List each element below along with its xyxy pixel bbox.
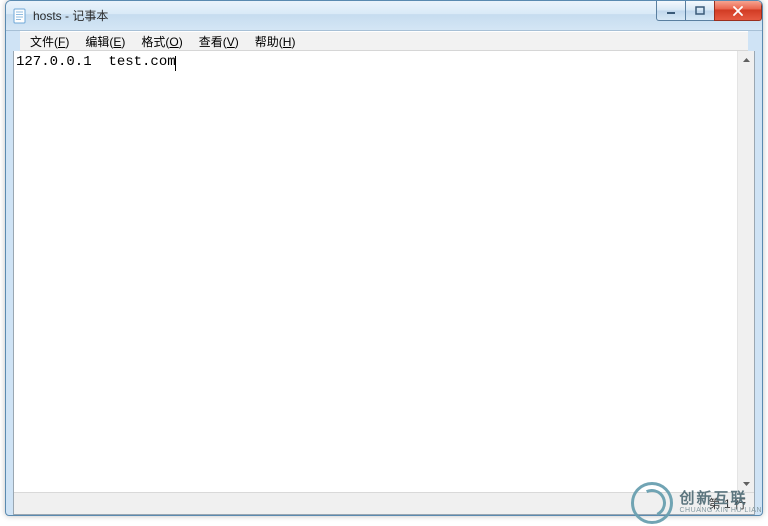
scroll-up-arrow-icon[interactable] [738, 51, 754, 68]
window-title: hosts - 记事本 [33, 7, 108, 24]
client-area: 127.0.0.1 test.com 第 1 行 [13, 51, 755, 515]
notepad-app-icon [12, 8, 28, 24]
notepad-window: hosts - 记事本 文件(F) 编辑(E) 格式(O) 查看(V) 帮助(H [5, 0, 763, 516]
menu-help[interactable]: 帮助(H) [247, 31, 304, 52]
scroll-track[interactable] [738, 68, 754, 475]
text-editor[interactable]: 127.0.0.1 test.com [14, 51, 737, 492]
menubar: 文件(F) 编辑(E) 格式(O) 查看(V) 帮助(H) [20, 31, 748, 51]
maximize-button[interactable] [685, 1, 715, 21]
text-caret [175, 56, 176, 71]
minimize-button[interactable] [656, 1, 686, 21]
menu-format[interactable]: 格式(O) [133, 31, 190, 52]
status-separator [700, 496, 701, 512]
window-controls [657, 1, 762, 21]
cursor-position: 第 1 行 [709, 495, 746, 512]
vertical-scrollbar[interactable] [737, 51, 754, 492]
titlebar[interactable]: hosts - 记事本 [6, 1, 762, 31]
scroll-down-arrow-icon[interactable] [738, 475, 754, 492]
menu-view[interactable]: 查看(V) [191, 31, 247, 52]
close-button[interactable] [714, 1, 762, 21]
menu-file[interactable]: 文件(F) [22, 31, 77, 52]
menu-edit[interactable]: 编辑(E) [77, 31, 133, 52]
editor-content: 127.0.0.1 test.com [16, 54, 176, 70]
statusbar: 第 1 行 [14, 492, 754, 514]
